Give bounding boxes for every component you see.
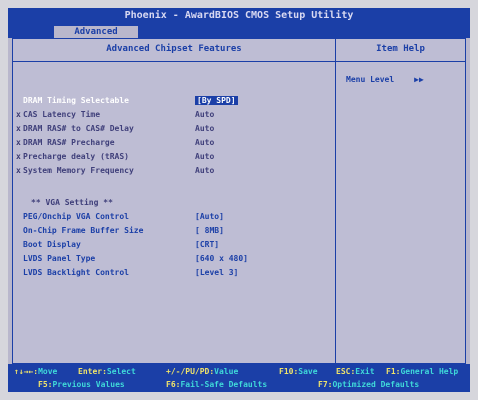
menu-item-label: DRAM Timing Selectable [23, 96, 129, 105]
menu-item-value-selected[interactable]: [By SPD] [195, 96, 238, 105]
header-divider [13, 61, 465, 62]
menu-item-label: DRAM RAS# to CAS# Delay [23, 124, 134, 133]
menu-item-value: [ 8MB] [195, 226, 224, 235]
hint-save: F10:Save [279, 367, 318, 376]
main-panel: Advanced Chipset Features Item Help DRAM… [12, 38, 466, 364]
disabled-marker: x [16, 124, 21, 133]
hint-move: ↑↓→←:Move [14, 367, 58, 376]
hint-select: Enter:Select [78, 367, 136, 376]
menu-item-label: Precharge dealy (tRAS) [23, 152, 129, 161]
menu-item-value: Auto [195, 124, 215, 133]
menu-item-label: Boot Display [23, 240, 81, 249]
menu-item-label: DRAM RAS# Precharge [23, 138, 115, 147]
right-header: Item Help [376, 44, 425, 54]
menu-item-value: Auto [195, 138, 215, 147]
disabled-marker: x [16, 166, 21, 175]
menu-item-value: [CRT] [195, 240, 220, 249]
double-arrow-icon: ▶▶ [414, 75, 424, 84]
menu-item-label: LVDS Panel Type [23, 254, 96, 263]
hint-fail-safe: F6:Fail-Safe Defaults [166, 380, 268, 389]
hint-value: +/-/PU/PD:Value [166, 367, 239, 376]
menu-item-label: On-Chip Frame Buffer Size [23, 226, 144, 235]
title-bar: Phoenix - AwardBIOS CMOS Setup Utility [8, 8, 470, 24]
title-text: Phoenix - AwardBIOS CMOS Setup Utility [124, 10, 354, 21]
menu-item-value: Auto [195, 166, 215, 175]
hint-optimized: F7:Optimized Defaults [318, 380, 420, 389]
hint-general-help: F1:General Help [386, 367, 459, 376]
disabled-marker: x [16, 138, 21, 147]
menu-item-label: LVDS Backlight Control [23, 268, 129, 277]
menu-item-value: Auto [195, 110, 215, 119]
tab-bar: Advanced [8, 24, 470, 38]
menu-level-label: Menu Level [346, 75, 395, 84]
disabled-marker: x [16, 110, 21, 119]
vga-section-title: ** VGA Setting ** [31, 198, 113, 207]
menu-item-value: Auto [195, 152, 215, 161]
menu-item-label: CAS Latency Time [23, 110, 101, 119]
menu-item-value: [Level 3] [195, 268, 239, 277]
left-header: Advanced Chipset Features [106, 44, 242, 54]
menu-item-value: [640 x 480] [195, 254, 248, 263]
hint-exit: ESC:Exit [336, 367, 375, 376]
menu-item-value: [Auto] [195, 212, 224, 221]
bios-screen: Phoenix - AwardBIOS CMOS Setup Utility A… [8, 8, 470, 392]
tab-advanced[interactable]: Advanced [54, 26, 138, 38]
key-help-bar: ↑↓→←:Move Enter:Select +/-/PU/PD:Value F… [8, 364, 470, 392]
column-divider [335, 39, 336, 363]
hint-previous-values: F5:Previous Values [38, 380, 125, 389]
menu-item-label: System Memory Frequency [23, 166, 134, 175]
item-help-menu-level: Menu Level ▶▶ [346, 75, 424, 84]
menu-item-label: PEG/Onchip VGA Control [23, 212, 129, 221]
disabled-marker: x [16, 152, 21, 161]
